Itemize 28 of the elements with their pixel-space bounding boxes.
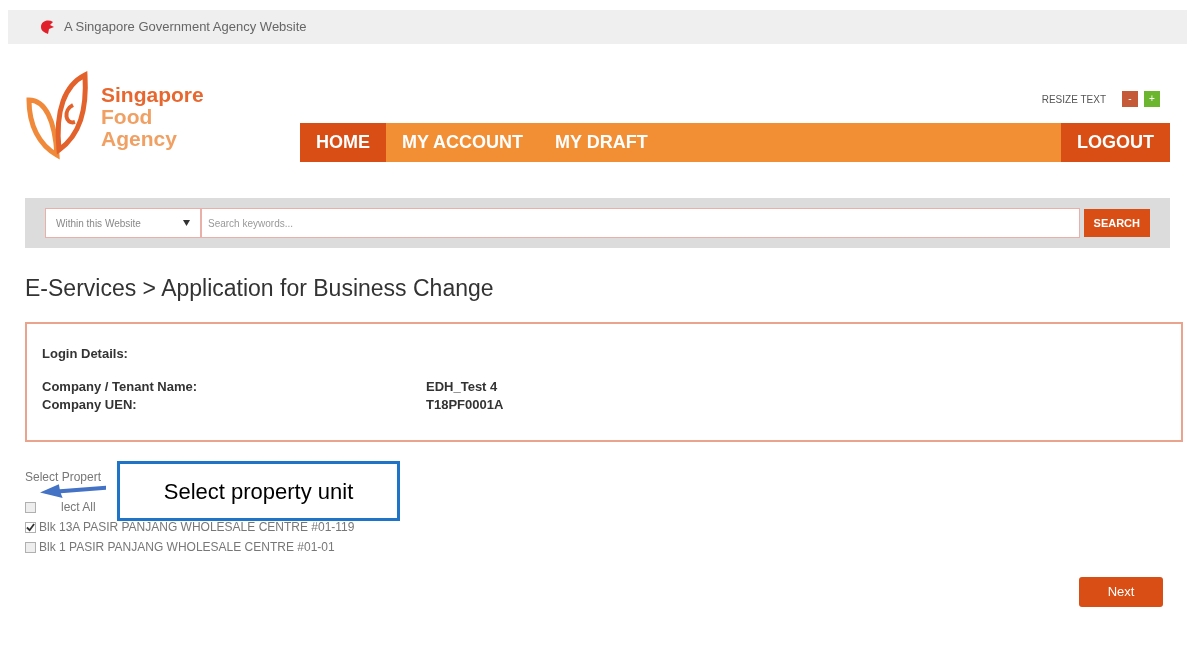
dropdown-arrow-icon: [183, 220, 190, 226]
search-button[interactable]: SEARCH: [1083, 209, 1150, 237]
logo-text: Singapore: [101, 84, 204, 106]
property-option[interactable]: Blk 1 PASIR PANJANG WHOLESALE CENTRE #01-01: [25, 538, 1170, 556]
search-field[interactable]: Search keywords...: [201, 208, 1080, 238]
logo-text: Food: [101, 106, 153, 128]
checkbox[interactable]: [25, 501, 36, 513]
logo-text: Agency: [101, 128, 178, 150]
decrease-text-button[interactable]: -: [1122, 91, 1138, 107]
checkbox[interactable]: [25, 541, 36, 553]
field-value: EDH_Test 4: [426, 378, 498, 396]
resize-text-label: RESIZE TEXT: [1041, 92, 1106, 107]
banner-text: A Singapore Government Agency Website: [64, 18, 307, 37]
increase-text-button[interactable]: +: [1144, 91, 1160, 107]
page-title: E-Services > Application for Business Change: [25, 274, 495, 303]
field-label: Company / Tenant Name:: [42, 378, 199, 396]
logout-button[interactable]: LOGOUT: [1061, 123, 1170, 162]
field-value: T18PF0001A: [426, 396, 504, 414]
section-label: Select Propert: [25, 469, 102, 484]
field-label: Company UEN:: [42, 396, 138, 414]
pointer-arrow-icon: [40, 483, 106, 498]
property-option[interactable]: Blk 13A PASIR PANJANG WHOLESALE CENTRE #01-119: [25, 518, 1170, 536]
callout-box: Select property unit: [117, 461, 400, 521]
nav-tab[interactable]: HOME: [300, 123, 386, 162]
next-button[interactable]: Next: [1079, 577, 1163, 607]
scope-dropdown[interactable]: Within this Website: [45, 208, 201, 238]
login-details-heading: Login Details:: [42, 344, 129, 363]
checkbox[interactable]: [25, 521, 36, 533]
